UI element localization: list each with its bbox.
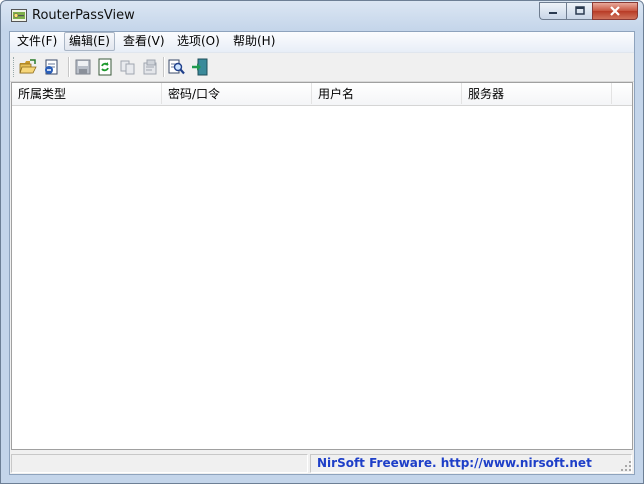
refresh-button[interactable] bbox=[95, 57, 115, 77]
menu-help[interactable]: 帮助(H) bbox=[229, 33, 279, 50]
menu-edit[interactable]: 编辑(E) bbox=[64, 32, 115, 51]
menu-view[interactable]: 查看(V) bbox=[119, 33, 169, 50]
toolbar-separator bbox=[68, 57, 69, 77]
open-folder-icon bbox=[19, 59, 37, 74]
copy-button[interactable] bbox=[118, 57, 138, 77]
properties-button[interactable] bbox=[140, 57, 160, 77]
minimize-button[interactable] bbox=[539, 2, 566, 20]
save-icon bbox=[75, 59, 91, 75]
column-header-username[interactable]: 用户名 bbox=[312, 83, 462, 104]
password-list[interactable]: 所属类型 密码/口令 用户名 服务器 bbox=[11, 82, 633, 450]
open-file-button[interactable] bbox=[42, 57, 62, 77]
window-title: RouterPassView bbox=[32, 8, 135, 23]
properties-icon bbox=[143, 59, 157, 75]
exit-button[interactable] bbox=[190, 57, 210, 77]
client-area: 文件(F) 编辑(E) 查看(V) 选项(O) 帮助(H) 所属类型 密码/口令… bbox=[9, 31, 635, 475]
column-header-type[interactable]: 所属类型 bbox=[12, 83, 162, 104]
find-icon bbox=[168, 59, 185, 75]
open-file-icon bbox=[45, 59, 58, 75]
exit-icon bbox=[192, 58, 208, 76]
find-button[interactable] bbox=[167, 57, 187, 77]
column-header-password[interactable]: 密码/口令 bbox=[162, 83, 312, 104]
title-bar[interactable]: RouterPassView bbox=[1, 1, 643, 31]
column-header-server[interactable]: 服务器 bbox=[462, 83, 612, 104]
maximize-icon bbox=[574, 6, 585, 15]
toolbar bbox=[10, 53, 634, 82]
open-folder-button[interactable] bbox=[18, 57, 38, 77]
status-bar: NirSoft Freeware. http://www.nirsoft.net bbox=[10, 452, 634, 474]
app-window: RouterPassView 文件(F) 编辑(E) 查看(V) 选项(O) 帮… bbox=[0, 0, 644, 484]
copy-icon bbox=[120, 60, 135, 75]
list-header: 所属类型 密码/口令 用户名 服务器 bbox=[12, 83, 632, 106]
app-key-icon bbox=[11, 9, 27, 22]
menu-options[interactable]: 选项(O) bbox=[173, 33, 224, 50]
save-button[interactable] bbox=[73, 57, 93, 77]
toolbar-separator bbox=[163, 57, 164, 77]
menu-bar: 文件(F) 编辑(E) 查看(V) 选项(O) 帮助(H) bbox=[10, 32, 634, 53]
caption-buttons bbox=[539, 2, 638, 22]
close-icon bbox=[610, 6, 620, 16]
status-pane-left bbox=[11, 454, 308, 473]
resize-grip-icon[interactable] bbox=[620, 460, 632, 472]
nirsoft-link[interactable]: NirSoft Freeware. http://www.nirsoft.net bbox=[317, 456, 592, 470]
menu-file[interactable]: 文件(F) bbox=[13, 33, 61, 50]
refresh-icon bbox=[98, 58, 112, 76]
maximize-button[interactable] bbox=[566, 2, 592, 20]
toolbar-grip[interactable] bbox=[13, 57, 16, 77]
close-button[interactable] bbox=[592, 2, 638, 20]
minimize-icon bbox=[549, 12, 557, 14]
